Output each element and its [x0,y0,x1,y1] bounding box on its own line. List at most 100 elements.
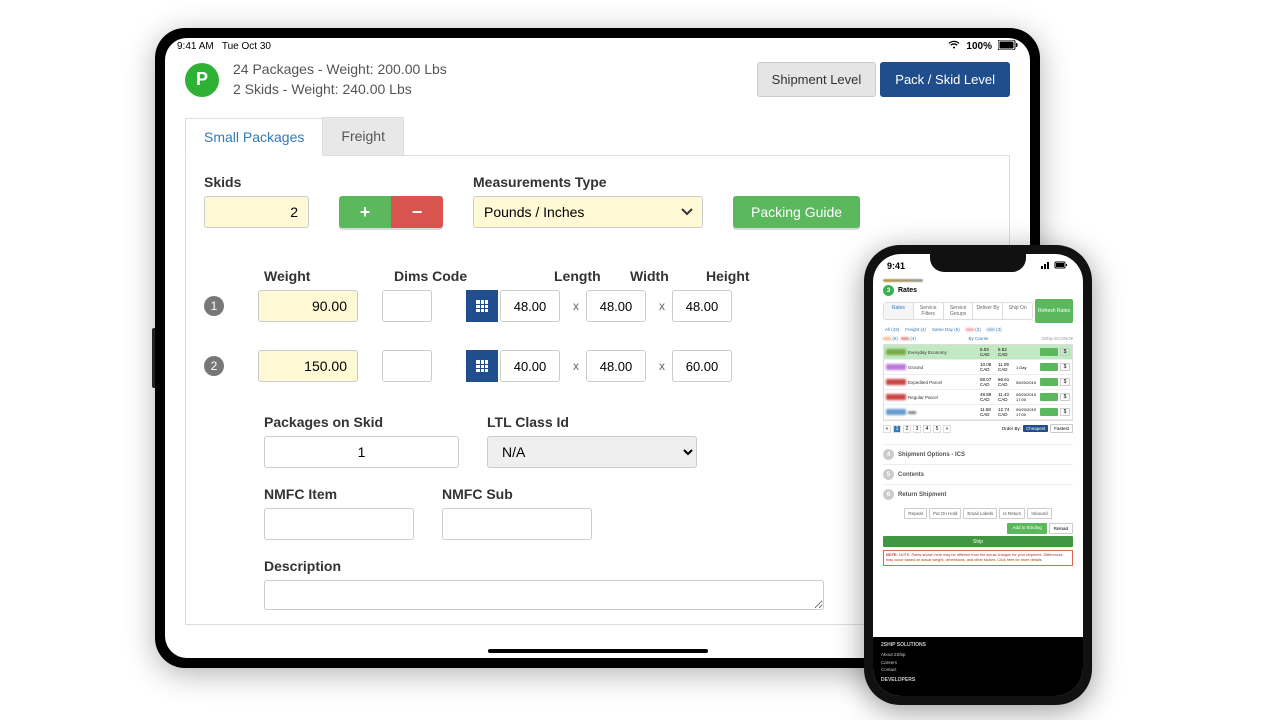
length-input[interactable] [500,290,560,322]
rate-row[interactable]: ■■■ 11.58 CAD 12.74 CAD 09/20/2019 17:00… [884,405,1072,420]
rate-row[interactable]: Everyday Economy 5.03 CAD 5.52 CAD $ [884,345,1072,360]
phone-tab-service-groups[interactable]: Service Groups [944,303,974,319]
accordion-label: Return Shipment [898,492,946,498]
rates-accordion-header[interactable]: 3 Rates [883,285,1073,296]
rate-detail-button[interactable]: $ [1060,363,1070,371]
dims-lookup-button[interactable] [466,290,498,322]
rate-row[interactable]: Expedited Parcel 58.07 CAD 66.61 CAD 09/… [884,375,1072,390]
skids-decrement-button[interactable]: − [391,196,443,228]
footer-link[interactable]: About 2Ship [881,651,1075,658]
blurred-header [883,279,923,282]
filter-pill[interactable]: Same Day (5) [930,326,962,333]
email-labels-button[interactable]: Email Labels [963,508,997,519]
ipad-home-indicator [488,649,708,653]
filter-pill[interactable]: ■■■ (4) [901,336,916,342]
wifi-icon [948,40,960,52]
length-input[interactable] [500,350,560,382]
accordion-return-shipment[interactable]: 6 Return Shipment [883,484,1073,504]
sort-by-carrier[interactable]: By Carrier [969,336,989,342]
page-next[interactable]: » [943,425,951,433]
page-number[interactable]: 4 [923,425,931,433]
rate-row[interactable]: Ground 10.08 CAD 11.09 CAD 1 Day $ [884,360,1072,375]
description-textarea[interactable] [264,580,824,610]
width-input[interactable] [586,350,646,382]
refresh-rates-button[interactable]: Refresh Rates [1035,299,1073,323]
dims-code-input[interactable] [382,350,432,382]
nmfc-sub-input[interactable] [442,508,592,540]
service-name: ■■■ [908,410,978,415]
shipment-level-button[interactable]: Shipment Level [757,62,877,97]
order-cheapest-button[interactable]: Cheapest [1023,425,1048,432]
select-rate-button[interactable] [1040,363,1058,371]
select-rate-button[interactable] [1040,393,1058,401]
filter-pill[interactable]: All (43) [883,326,901,333]
height-input[interactable] [672,350,732,382]
repeat-button[interactable]: Repeat [904,508,927,519]
carrier-logo [886,364,906,370]
service-name: Regular Parcel [908,395,978,400]
rate-price: 11.58 CAD [980,407,996,417]
filter-pill[interactable]: Freight (4) [903,326,928,333]
rate-total: 66.61 CAD [998,377,1014,387]
packages-on-skid-input[interactable] [264,436,459,468]
order-by-label: Order By: [1002,426,1021,431]
iphone-screen: 9:41 3 Rates Rates Service Filters Servi… [873,254,1083,696]
step-icon: 4 [883,449,894,460]
tab-freight[interactable]: Freight [322,117,404,155]
inbound-button[interactable]: Inbound [1027,508,1051,519]
carrier-filter-pills: All (43) Freight (4) Same Day (5) ■■■ (3… [883,326,1073,333]
put-on-hold-button[interactable]: Put On Hold [929,508,962,519]
phone-tab-rates[interactable]: Rates [884,303,914,319]
footer-link[interactable]: Careers [881,659,1075,666]
filter-pill[interactable]: ■■■ (3) [985,326,1004,333]
dims-lookup-button[interactable] [466,350,498,382]
select-rate-button[interactable] [1040,378,1058,386]
rate-total: 12.74 CAD [998,407,1014,417]
select-rate-button[interactable] [1040,408,1058,416]
battery-percent: 100% [966,41,992,52]
order-fastest-button[interactable]: Fastest [1050,424,1073,433]
packing-guide-button[interactable]: Packing Guide [733,196,860,228]
skids-input[interactable] [204,196,309,228]
width-input[interactable] [586,290,646,322]
is-return-button[interactable]: Is Return [999,508,1025,519]
filter-pill[interactable]: ■■■ (3) [964,326,983,333]
status-time: 9:41 AM [177,41,214,52]
shipment-header: P 24 Packages - Weight: 200.00 Lbs 2 Ski… [185,60,1010,99]
rate-price: 58.07 CAD [980,377,996,387]
rate-detail-button[interactable]: $ [1060,378,1070,386]
footer-heading: DEVELOPERS [881,676,1075,684]
phone-tab-service-filters[interactable]: Service Filters [914,303,944,319]
page-number[interactable]: 5 [933,425,941,433]
weight-input[interactable] [258,290,358,322]
dims-code-input[interactable] [382,290,432,322]
ltl-class-select[interactable]: N/A [487,436,697,468]
select-rate-button[interactable] [1040,348,1058,356]
height-input[interactable] [672,290,732,322]
rate-row[interactable]: Regular Parcel 48.89 CAD 11.43 CAD 09/20… [884,390,1072,405]
phone-tab-ship-on[interactable]: Ship On [1003,303,1032,319]
rate-detail-button[interactable]: $ [1060,348,1070,356]
rate-detail-button[interactable]: $ [1060,393,1070,401]
accordion-shipment-options[interactable]: 4 Shipment Options - ICS [883,444,1073,464]
page-prev[interactable]: « [883,425,891,433]
nmfc-item-input[interactable] [264,508,414,540]
page-number[interactable]: 3 [913,425,921,433]
reload-button[interactable]: Reload [1049,523,1073,534]
weight-input[interactable] [258,350,358,382]
footer-link[interactable]: Contact [881,666,1075,673]
measurements-type-select[interactable]: Pounds / Inches [473,196,703,228]
page-number[interactable]: 2 [903,425,911,433]
add-to-binding-button[interactable]: Add to Binding [1007,523,1046,534]
row-number-badge: 1 [204,296,224,316]
tab-small-packages[interactable]: Small Packages [185,118,323,156]
skids-increment-button[interactable]: + [339,196,391,228]
page-number[interactable]: 1 [893,425,901,433]
filter-pill[interactable]: ■■■ (6) [883,336,898,342]
rate-detail-button[interactable]: $ [1060,408,1070,416]
ship-button[interactable]: Ship [883,536,1073,547]
pack-skid-level-button[interactable]: Pack / Skid Level [880,62,1010,97]
rates-table: Everyday Economy 5.03 CAD 5.52 CAD $ Gro… [883,344,1073,421]
phone-tab-deliver-by[interactable]: Deliver By [973,303,1003,319]
accordion-contents[interactable]: 5 Contents [883,464,1073,484]
